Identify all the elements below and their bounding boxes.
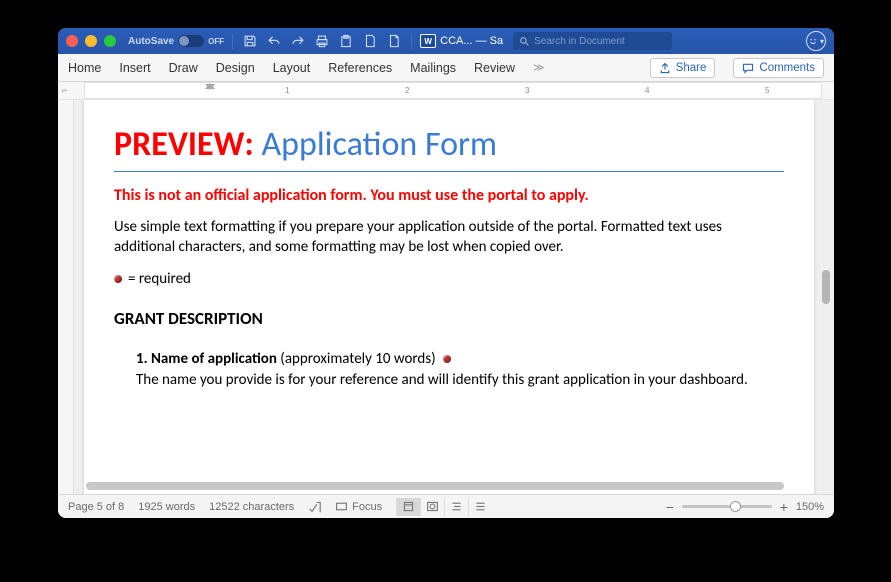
q1-paren: (approximately 10 words) xyxy=(280,350,435,368)
divider xyxy=(232,33,233,49)
q1-desc: The name you provide is for your referen… xyxy=(136,370,784,391)
divider xyxy=(411,33,412,49)
required-dot-icon xyxy=(443,355,451,363)
ruler-mark: 4 xyxy=(645,86,649,95)
zoom-in-button[interactable]: + xyxy=(778,499,790,515)
warning-text: This is not an official application form… xyxy=(114,186,784,205)
zoom-control: − + 150% xyxy=(664,499,824,515)
maximize-window-button[interactable] xyxy=(104,35,116,47)
comments-label: Comments xyxy=(759,62,815,74)
minimize-window-button[interactable] xyxy=(85,35,97,47)
ribbon: Home Insert Draw Design Layout Reference… xyxy=(58,54,834,82)
draft-view[interactable] xyxy=(468,498,492,516)
search-icon xyxy=(519,36,530,47)
outline-view[interactable] xyxy=(444,498,468,516)
account-button[interactable]: ▾ xyxy=(806,31,826,51)
q1-number: 1. xyxy=(136,350,148,368)
page-title: PREVIEW: Application Form xyxy=(114,124,784,165)
page-indicator[interactable]: Page 5 of 8 xyxy=(68,501,124,513)
open-icon[interactable] xyxy=(385,32,403,50)
char-count[interactable]: 12522 characters xyxy=(209,501,294,513)
tab-home[interactable]: Home xyxy=(68,61,101,75)
document-title-text: CCA... — Sa xyxy=(440,35,503,47)
save-icon[interactable] xyxy=(241,32,259,50)
form-title: Application Form xyxy=(261,124,497,165)
titlebar: AutoSave OFF W CCA... — Sa ▾ xyxy=(58,28,834,54)
tab-stop-icon[interactable]: ⌐ xyxy=(62,85,67,95)
title-underline xyxy=(114,171,784,172)
intro-text: Use simple text formatting if you prepar… xyxy=(114,217,784,258)
more-tabs-icon[interactable]: ≫ xyxy=(533,61,545,74)
tab-design[interactable]: Design xyxy=(216,61,255,75)
new-doc-icon[interactable] xyxy=(361,32,379,50)
ruler-mark: 5 xyxy=(765,86,769,95)
horizontal-scroll-thumb[interactable] xyxy=(86,482,784,490)
view-mode-buttons xyxy=(396,498,492,516)
tab-review[interactable]: Review xyxy=(474,61,515,75)
ruler-mark: 1 xyxy=(285,86,289,95)
search-input[interactable] xyxy=(534,36,666,47)
focus-mode[interactable]: Focus xyxy=(335,500,382,513)
document-page[interactable]: PREVIEW: Application Form This is not an… xyxy=(84,100,814,494)
ruler-mark: 2 xyxy=(405,86,409,95)
horizontal-ruler[interactable]: ⌐ 1 2 3 4 5 xyxy=(58,82,834,100)
vertical-scroll-thumb[interactable] xyxy=(822,270,830,304)
document-title: W CCA... — Sa xyxy=(420,34,503,48)
word-count[interactable]: 1925 words xyxy=(138,501,195,513)
close-window-button[interactable] xyxy=(66,35,78,47)
zoom-thumb[interactable] xyxy=(730,501,741,512)
status-bar: Page 5 of 8 1925 words 12522 characters … xyxy=(58,494,834,518)
redo-icon[interactable] xyxy=(289,32,307,50)
document-area: PREVIEW: Application Form This is not an… xyxy=(58,100,834,494)
required-dot-icon xyxy=(114,275,122,283)
tab-references[interactable]: References xyxy=(328,61,392,75)
vertical-ruler[interactable] xyxy=(58,100,74,494)
tab-layout[interactable]: Layout xyxy=(273,61,311,75)
horizontal-scrollbar[interactable] xyxy=(86,481,814,491)
focus-icon xyxy=(335,500,348,513)
paste-icon[interactable] xyxy=(337,32,355,50)
required-label: = required xyxy=(128,270,191,288)
share-label: Share xyxy=(676,62,707,74)
word-app-icon: W xyxy=(420,34,436,48)
autosave-state: OFF xyxy=(208,37,224,46)
comments-button[interactable]: Comments xyxy=(733,58,824,78)
share-icon xyxy=(659,62,671,74)
comments-icon xyxy=(742,62,754,74)
web-layout-view[interactable] xyxy=(420,498,444,516)
preview-label: PREVIEW: xyxy=(114,124,254,165)
hanging-indent-marker[interactable] xyxy=(205,83,215,89)
app-window: AutoSave OFF W CCA... — Sa ▾ Home Insert… xyxy=(58,28,834,518)
share-button[interactable]: Share xyxy=(650,58,716,78)
required-legend: = required xyxy=(114,270,784,288)
q1-name: Name of application xyxy=(151,350,277,368)
spellcheck-icon[interactable] xyxy=(308,500,321,513)
zoom-out-button[interactable]: − xyxy=(664,499,676,515)
tab-insert[interactable]: Insert xyxy=(119,61,150,75)
undo-icon[interactable] xyxy=(265,32,283,50)
question-1: 1. Name of application (approximately 10… xyxy=(114,349,784,391)
autosave-label: AutoSave xyxy=(128,36,174,47)
section-heading: GRANT DESCRIPTION xyxy=(114,308,784,329)
autosave-toggle[interactable]: AutoSave OFF xyxy=(128,35,224,47)
autosave-switch[interactable] xyxy=(178,35,204,47)
search-box[interactable] xyxy=(513,32,672,50)
print-layout-view[interactable] xyxy=(396,498,420,516)
zoom-percent[interactable]: 150% xyxy=(796,501,824,513)
ruler-mark: 3 xyxy=(525,86,529,95)
window-controls xyxy=(66,35,116,47)
vertical-scrollbar[interactable] xyxy=(820,100,832,494)
tab-draw[interactable]: Draw xyxy=(169,61,198,75)
tab-mailings[interactable]: Mailings xyxy=(410,61,456,75)
print-icon[interactable] xyxy=(313,32,331,50)
zoom-slider[interactable] xyxy=(682,505,772,508)
